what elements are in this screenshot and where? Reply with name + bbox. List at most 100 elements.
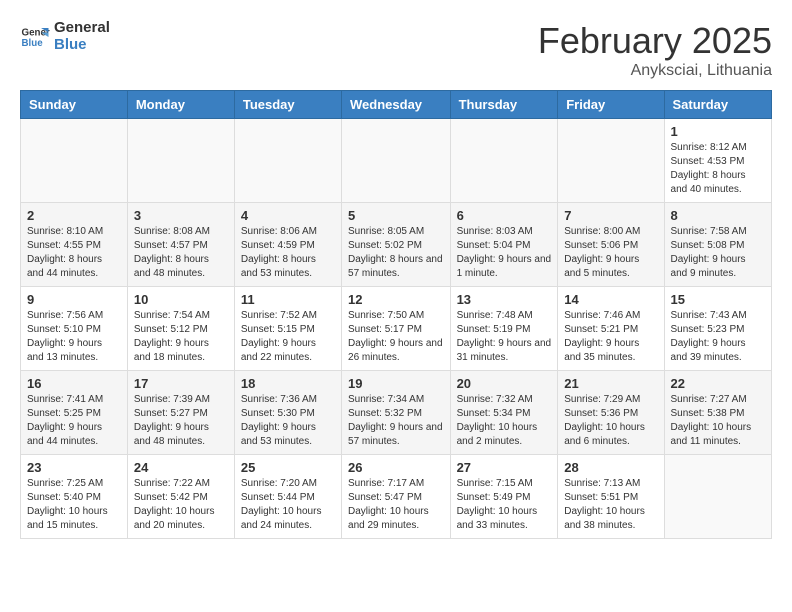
calendar-cell: 26 Sunrise: 7:17 AM Sunset: 5:47 PM Dayli… xyxy=(342,455,451,539)
logo: General Blue General Blue xyxy=(20,20,110,53)
day-info: Sunrise: 7:34 AM Sunset: 5:32 PM Dayligh… xyxy=(348,393,444,449)
calendar-cell: 21 Sunrise: 7:29 AM Sunset: 5:36 PM Dayli… xyxy=(558,371,664,455)
calendar-cell: 6 Sunrise: 8:03 AM Sunset: 5:04 PM Daylig… xyxy=(450,203,558,287)
day-info: Sunrise: 7:50 AM Sunset: 5:17 PM Dayligh… xyxy=(348,309,444,365)
day-number: 1 xyxy=(671,124,765,139)
day-info: Sunrise: 7:39 AM Sunset: 5:27 PM Dayligh… xyxy=(134,393,228,449)
day-number: 19 xyxy=(348,376,444,391)
day-number: 2 xyxy=(27,208,121,223)
calendar-cell: 27 Sunrise: 7:15 AM Sunset: 5:49 PM Dayli… xyxy=(450,455,558,539)
calendar-cell xyxy=(21,119,128,203)
weekday-header: Monday xyxy=(127,91,234,119)
calendar-cell xyxy=(558,119,664,203)
logo-line1: General xyxy=(54,19,110,36)
logo-icon: General Blue xyxy=(20,22,50,52)
weekday-header: Wednesday xyxy=(342,91,451,119)
day-number: 26 xyxy=(348,460,444,475)
calendar-cell: 12 Sunrise: 7:50 AM Sunset: 5:17 PM Dayli… xyxy=(342,287,451,371)
weekday-header: Thursday xyxy=(450,91,558,119)
calendar-cell xyxy=(450,119,558,203)
calendar-cell: 25 Sunrise: 7:20 AM Sunset: 5:44 PM Dayli… xyxy=(234,455,341,539)
calendar-cell: 16Sunrise: 7:41 AM Sunset: 5:25 PM Dayli… xyxy=(21,371,128,455)
day-info: Sunrise: 7:41 AM Sunset: 5:25 PM Dayligh… xyxy=(27,393,121,449)
logo-line2: Blue xyxy=(54,36,87,53)
day-number: 23 xyxy=(27,460,121,475)
day-number: 15 xyxy=(671,292,765,307)
calendar-cell xyxy=(664,455,771,539)
day-number: 13 xyxy=(457,292,552,307)
calendar-cell xyxy=(342,119,451,203)
calendar-cell: 9Sunrise: 7:56 AM Sunset: 5:10 PM Daylig… xyxy=(21,287,128,371)
page-header: General Blue General Blue February 2025 … xyxy=(20,20,772,80)
day-number: 20 xyxy=(457,376,552,391)
weekday-header-row: SundayMondayTuesdayWednesdayThursdayFrid… xyxy=(21,91,772,119)
weekday-header: Tuesday xyxy=(234,91,341,119)
calendar-cell: 8 Sunrise: 7:58 AM Sunset: 5:08 PM Daylig… xyxy=(664,203,771,287)
day-number: 28 xyxy=(564,460,657,475)
day-number: 11 xyxy=(241,292,335,307)
day-number: 12 xyxy=(348,292,444,307)
day-number: 25 xyxy=(241,460,335,475)
day-info: Sunrise: 8:03 AM Sunset: 5:04 PM Dayligh… xyxy=(457,225,552,281)
day-number: 6 xyxy=(457,208,552,223)
calendar-cell xyxy=(127,119,234,203)
day-number: 3 xyxy=(134,208,228,223)
day-info: Sunrise: 7:20 AM Sunset: 5:44 PM Dayligh… xyxy=(241,477,335,533)
day-number: 18 xyxy=(241,376,335,391)
day-number: 10 xyxy=(134,292,228,307)
day-info: Sunrise: 7:32 AM Sunset: 5:34 PM Dayligh… xyxy=(457,393,552,449)
calendar: SundayMondayTuesdayWednesdayThursdayFrid… xyxy=(20,90,772,539)
day-info: Sunrise: 7:17 AM Sunset: 5:47 PM Dayligh… xyxy=(348,477,444,533)
day-number: 7 xyxy=(564,208,657,223)
calendar-cell: 3 Sunrise: 8:08 AM Sunset: 4:57 PM Daylig… xyxy=(127,203,234,287)
calendar-cell: 10 Sunrise: 7:54 AM Sunset: 5:12 PM Dayli… xyxy=(127,287,234,371)
calendar-cell: 19 Sunrise: 7:34 AM Sunset: 5:32 PM Dayli… xyxy=(342,371,451,455)
calendar-cell: 1 Sunrise: 8:12 AM Sunset: 4:53 PM Daylig… xyxy=(664,119,771,203)
calendar-row: 9Sunrise: 7:56 AM Sunset: 5:10 PM Daylig… xyxy=(21,287,772,371)
day-info: Sunrise: 7:13 AM Sunset: 5:51 PM Dayligh… xyxy=(564,477,657,533)
calendar-cell: 5 Sunrise: 8:05 AM Sunset: 5:02 PM Daylig… xyxy=(342,203,451,287)
weekday-header: Saturday xyxy=(664,91,771,119)
svg-text:Blue: Blue xyxy=(22,38,44,49)
calendar-row: 2 Sunrise: 8:10 AM Sunset: 4:55 PM Daylig… xyxy=(21,203,772,287)
day-number: 27 xyxy=(457,460,552,475)
day-info: Sunrise: 8:08 AM Sunset: 4:57 PM Dayligh… xyxy=(134,225,228,281)
day-info: Sunrise: 7:27 AM Sunset: 5:38 PM Dayligh… xyxy=(671,393,765,449)
day-number: 21 xyxy=(564,376,657,391)
day-number: 24 xyxy=(134,460,228,475)
calendar-cell: 22 Sunrise: 7:27 AM Sunset: 5:38 PM Dayli… xyxy=(664,371,771,455)
calendar-cell: 24 Sunrise: 7:22 AM Sunset: 5:42 PM Dayli… xyxy=(127,455,234,539)
location: Anyksciai, Lithuania xyxy=(538,62,772,80)
day-info: Sunrise: 7:58 AM Sunset: 5:08 PM Dayligh… xyxy=(671,225,765,281)
day-info: Sunrise: 8:10 AM Sunset: 4:55 PM Dayligh… xyxy=(27,225,121,281)
calendar-cell: 14Sunrise: 7:46 AM Sunset: 5:21 PM Dayli… xyxy=(558,287,664,371)
day-info: Sunrise: 7:25 AM Sunset: 5:40 PM Dayligh… xyxy=(27,477,121,533)
day-info: Sunrise: 8:05 AM Sunset: 5:02 PM Dayligh… xyxy=(348,225,444,281)
day-info: Sunrise: 7:15 AM Sunset: 5:49 PM Dayligh… xyxy=(457,477,552,533)
calendar-row: 16Sunrise: 7:41 AM Sunset: 5:25 PM Dayli… xyxy=(21,371,772,455)
day-info: Sunrise: 7:52 AM Sunset: 5:15 PM Dayligh… xyxy=(241,309,335,365)
calendar-cell: 20 Sunrise: 7:32 AM Sunset: 5:34 PM Dayli… xyxy=(450,371,558,455)
calendar-cell: 4Sunrise: 8:06 AM Sunset: 4:59 PM Daylig… xyxy=(234,203,341,287)
weekday-header: Sunday xyxy=(21,91,128,119)
day-info: Sunrise: 7:22 AM Sunset: 5:42 PM Dayligh… xyxy=(134,477,228,533)
calendar-cell xyxy=(234,119,341,203)
day-info: Sunrise: 7:48 AM Sunset: 5:19 PM Dayligh… xyxy=(457,309,552,365)
day-number: 5 xyxy=(348,208,444,223)
calendar-cell: 2 Sunrise: 8:10 AM Sunset: 4:55 PM Daylig… xyxy=(21,203,128,287)
day-number: 9 xyxy=(27,292,121,307)
calendar-cell: 18Sunrise: 7:36 AM Sunset: 5:30 PM Dayli… xyxy=(234,371,341,455)
day-info: Sunrise: 7:43 AM Sunset: 5:23 PM Dayligh… xyxy=(671,309,765,365)
calendar-cell: 15 Sunrise: 7:43 AM Sunset: 5:23 PM Dayli… xyxy=(664,287,771,371)
day-info: Sunrise: 7:54 AM Sunset: 5:12 PM Dayligh… xyxy=(134,309,228,365)
day-number: 22 xyxy=(671,376,765,391)
month-title: February 2025 xyxy=(538,20,772,62)
day-info: Sunrise: 8:00 AM Sunset: 5:06 PM Dayligh… xyxy=(564,225,657,281)
day-info: Sunrise: 7:29 AM Sunset: 5:36 PM Dayligh… xyxy=(564,393,657,449)
day-number: 8 xyxy=(671,208,765,223)
calendar-cell: 23 Sunrise: 7:25 AM Sunset: 5:40 PM Dayli… xyxy=(21,455,128,539)
calendar-cell: 7 Sunrise: 8:00 AM Sunset: 5:06 PM Daylig… xyxy=(558,203,664,287)
calendar-cell: 11 Sunrise: 7:52 AM Sunset: 5:15 PM Dayli… xyxy=(234,287,341,371)
day-info: Sunrise: 8:12 AM Sunset: 4:53 PM Dayligh… xyxy=(671,141,765,197)
calendar-row: 1 Sunrise: 8:12 AM Sunset: 4:53 PM Daylig… xyxy=(21,119,772,203)
